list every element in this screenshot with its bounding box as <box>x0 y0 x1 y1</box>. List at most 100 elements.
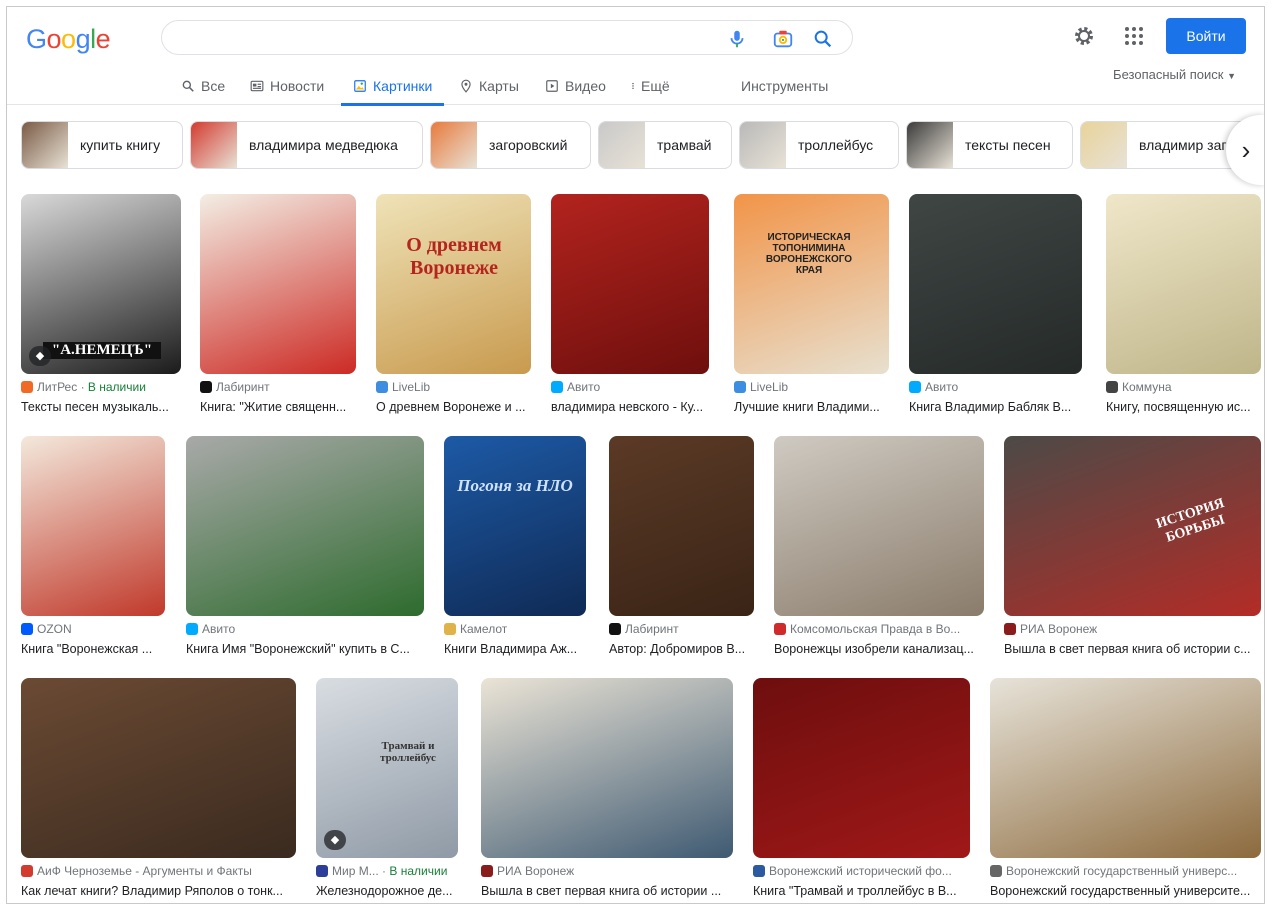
result-title[interactable]: Вышла в свет первая книга об истории с..… <box>1004 642 1261 656</box>
result-title[interactable]: Тексты песен музыкаль... <box>21 400 181 414</box>
google-logo[interactable]: Google <box>26 24 111 55</box>
result-title[interactable]: О древнем Воронеже и ... <box>376 400 531 414</box>
result-source[interactable]: Лабиринт <box>609 622 754 636</box>
tab-news[interactable]: Новости <box>250 67 324 105</box>
source-favicon <box>990 865 1002 877</box>
result-image[interactable] <box>551 194 709 374</box>
result-source[interactable]: Комсомольская Правда в Во... <box>774 622 984 636</box>
result-image[interactable] <box>21 436 165 616</box>
search-icon[interactable] <box>812 28 834 50</box>
safesearch-dropdown[interactable]: Безопасный поиск ▼ <box>1113 67 1236 82</box>
result-title[interactable]: Книга Имя "Воронежский" купить в С... <box>186 642 424 656</box>
tools-button[interactable]: Инструменты <box>741 67 828 105</box>
result-image[interactable] <box>1106 194 1261 374</box>
result-source[interactable]: Коммуна <box>1106 380 1261 394</box>
result-source[interactable]: Камелот <box>444 622 586 636</box>
result-source[interactable]: LiveLib <box>734 380 889 394</box>
result-title[interactable]: Книга: "Житие священн... <box>200 400 356 414</box>
result-image[interactable] <box>200 194 356 374</box>
gear-icon[interactable] <box>1072 24 1096 48</box>
result-title[interactable]: Воронежский государственный университе..… <box>990 884 1261 898</box>
result-source[interactable]: РИА Воронеж <box>481 864 733 878</box>
tag-icon: ◆ <box>324 830 346 850</box>
tab-video[interactable]: Видео <box>545 67 606 105</box>
cover-title: ИСТОРИЧЕСКАЯ ТОПОНИМИНА ВОРОНЕЖСКОГО КРА… <box>765 232 853 276</box>
result-source[interactable]: Авито <box>909 380 1082 394</box>
source-name: Лабиринт <box>216 380 270 394</box>
result-source[interactable]: OZON <box>21 622 165 636</box>
result-title[interactable]: Как лечат книги? Владимир Ряполов о тонк… <box>21 884 296 898</box>
result-image[interactable] <box>774 436 984 616</box>
tab-images[interactable]: Картинки <box>340 67 445 106</box>
result-image[interactable] <box>21 678 296 858</box>
result-title[interactable]: Книга "Воронежская ... <box>21 642 165 656</box>
result-image[interactable]: Погоня за НЛО <box>444 436 586 616</box>
tab-more[interactable]: Ещё <box>629 67 670 105</box>
result-image[interactable] <box>753 678 970 858</box>
separator: · <box>378 864 390 878</box>
availability: В наличии <box>389 864 448 878</box>
result-title[interactable]: Воронежцы изобрели канализац... <box>774 642 984 656</box>
source-name: LiveLib <box>750 380 789 394</box>
more-icon <box>632 82 634 90</box>
result-title[interactable]: Вышла в свет первая книга об истории ... <box>481 884 733 898</box>
chip[interactable]: троллейбус <box>739 121 899 169</box>
chip[interactable]: владимира медведюка <box>190 121 423 169</box>
header: Google Войти <box>7 7 1264 67</box>
cover-title: О древнем Воронеже <box>406 234 502 279</box>
chip[interactable]: загоровский <box>430 121 591 169</box>
chip[interactable]: купить книгу <box>21 121 183 169</box>
source-favicon <box>444 623 456 635</box>
result-source[interactable]: Воронежский государственный универс... <box>990 864 1261 878</box>
result-source[interactable]: Лабиринт <box>200 380 356 394</box>
result-title[interactable]: Книги Владимира Аж... <box>444 642 586 656</box>
result-source[interactable]: Воронежский исторический фо... <box>753 864 970 878</box>
video-icon <box>546 80 558 92</box>
result-source[interactable]: Авито <box>551 380 709 394</box>
tab-label: Новости <box>270 78 325 94</box>
chip-label: тексты песен <box>965 137 1051 153</box>
search-box[interactable] <box>161 20 853 55</box>
result-image[interactable]: ИСТОРИЧЕСКАЯ ТОПОНИМИНА ВОРОНЕЖСКОГО КРА… <box>734 194 889 374</box>
result-title[interactable]: Книгу, посвященную ис... <box>1106 400 1261 414</box>
logo-letter: o <box>46 24 62 54</box>
tools-label: Инструменты <box>741 78 829 94</box>
login-button[interactable]: Войти <box>1166 18 1246 54</box>
apps-grid-icon[interactable] <box>1122 24 1146 48</box>
source-favicon <box>734 381 746 393</box>
tab-maps[interactable]: Карты <box>459 67 519 105</box>
result-source[interactable]: РИА Воронеж <box>1004 622 1261 636</box>
logo-letter: e <box>95 24 111 54</box>
result-title[interactable]: Автор: Добромиров В... <box>609 642 754 656</box>
chip[interactable]: трамвай <box>598 121 732 169</box>
result-title[interactable]: владимира невского - Ку... <box>551 400 709 414</box>
result-image[interactable] <box>990 678 1261 858</box>
tab-all[interactable]: Все <box>181 67 225 105</box>
source-name: Авито <box>202 622 236 636</box>
result-image[interactable]: ИСТОРИЯ БОРЬБЫ <box>1004 436 1261 616</box>
result-title[interactable]: Лучшие книги Владими... <box>734 400 889 414</box>
result-title[interactable]: Железнодорожное де... <box>316 884 458 898</box>
source-name: Авито <box>567 380 601 394</box>
result-source[interactable]: LiveLib <box>376 380 531 394</box>
chip[interactable]: тексты песен <box>906 121 1073 169</box>
result-title[interactable]: Книга "Трамвай и троллейбус в В... <box>753 884 970 898</box>
chip-thumbnail <box>740 122 786 168</box>
result-image[interactable] <box>909 194 1082 374</box>
source-favicon <box>1106 381 1118 393</box>
source-favicon <box>186 623 198 635</box>
microphone-icon[interactable] <box>726 28 748 50</box>
result-image[interactable] <box>481 678 733 858</box>
search-input[interactable] <box>180 27 720 49</box>
camera-lens-icon[interactable] <box>772 28 794 50</box>
result-source[interactable]: АиФ Черноземье - Аргументы и Факты <box>21 864 296 878</box>
source-name: АиФ Черноземье - Аргументы и Факты <box>37 864 252 878</box>
result-title[interactable]: Книга Владимир Бабляк В... <box>909 400 1082 414</box>
result-source[interactable]: ЛитРес · В наличии <box>21 380 181 394</box>
result-source[interactable]: Мир М... · В наличии <box>316 864 458 878</box>
tab-label: Картинки <box>373 78 433 94</box>
result-image[interactable]: О древнем Воронеже <box>376 194 531 374</box>
result-image[interactable] <box>186 436 424 616</box>
result-image[interactable] <box>609 436 754 616</box>
result-source[interactable]: Авито <box>186 622 424 636</box>
